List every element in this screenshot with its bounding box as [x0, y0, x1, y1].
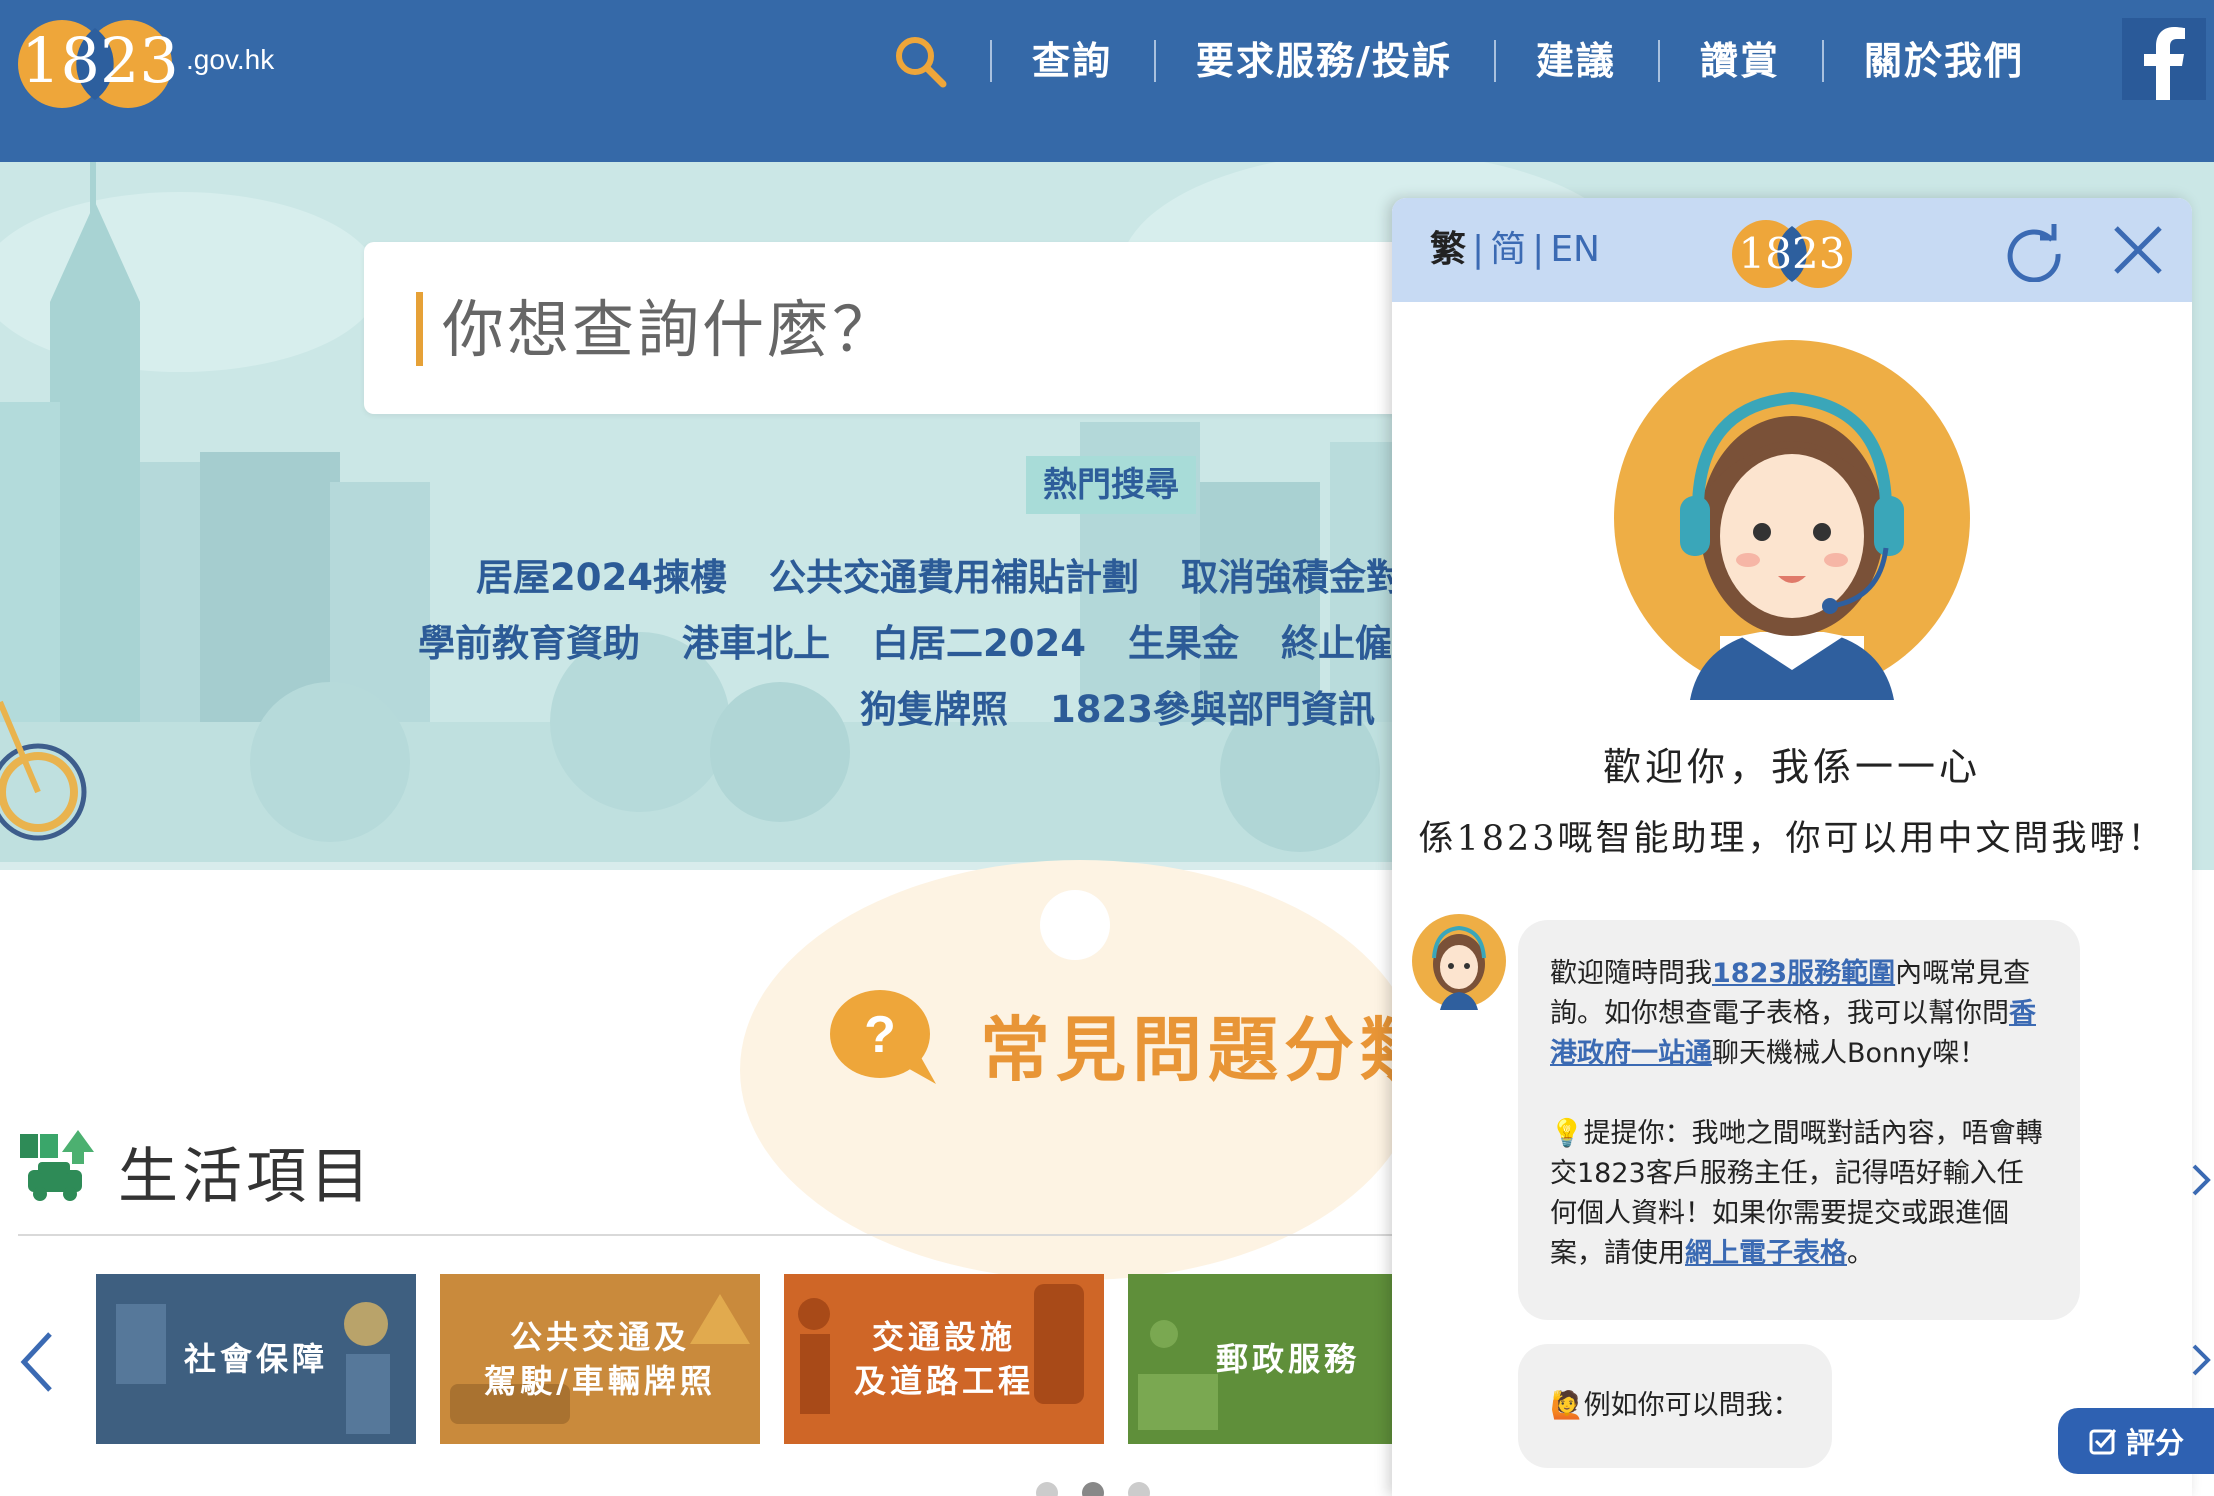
life-items-title: 生活項目 — [118, 1142, 374, 1212]
hot-search-row-3: 狗隻牌照 1823參與部門資訊 — [860, 679, 1417, 733]
rate-label: 評分 — [2125, 1426, 2184, 1460]
lang-traditional[interactable]: 繁 — [1430, 229, 1466, 270]
facebook-button[interactable] — [2122, 18, 2206, 100]
card-label: 郵政服務 — [1215, 1340, 1360, 1378]
hot-link[interactable]: 學前教育資助 — [418, 613, 640, 667]
hot-search-label: 熱門搜尋 — [1026, 456, 1196, 514]
carousel-pagination — [1036, 1482, 1174, 1496]
hot-link[interactable]: 白居二2024 — [872, 613, 1086, 667]
life-items-icon — [20, 1130, 94, 1201]
search-button[interactable] — [880, 26, 960, 96]
faq-decor-dot — [1040, 890, 1110, 960]
card-transport-facilities[interactable]: 交通設施 及道路工程 — [784, 1274, 1104, 1444]
language-switcher: 繁 | 简 | EN — [1430, 229, 1600, 270]
main-search-box[interactable]: 你想查詢什麼？ — [364, 242, 1424, 414]
lang-english[interactable]: EN — [1550, 229, 1600, 270]
chevron-right-icon[interactable] — [2190, 1160, 2214, 1200]
hot-search-row-1: 居屋2024揀樓 公共交通費用補貼計劃 取消強積金對 — [476, 547, 1445, 601]
svg-text:?: ? — [864, 1006, 896, 1064]
hot-link[interactable]: 港車北上 — [682, 613, 830, 667]
question-bubble-icon: ? — [830, 990, 936, 1084]
rate-button[interactable]: 評分 — [2058, 1408, 2214, 1474]
search-icon — [896, 37, 947, 88]
card-label: 社會保障 — [183, 1340, 328, 1378]
search-caret — [416, 292, 423, 366]
message-paragraph: 歡迎隨時問我1823服務範圍內嘅常見查詢。如你想查電子表格，我可以幫你問香港政府… — [1550, 958, 2036, 1069]
nav-service-request[interactable]: 要求服務/投訴 — [1154, 26, 1494, 96]
page-dot[interactable] — [1128, 1482, 1150, 1496]
assistant-message: 歡迎隨時問我1823服務範圍內嘅常見查詢。如你想查電子表格，我可以幫你問香港政府… — [1518, 920, 2080, 1320]
hot-link[interactable]: 狗隻牌照 — [860, 679, 1008, 733]
page-dot-active[interactable] — [1082, 1482, 1104, 1496]
chatbot-panel: 繁 | 简 | EN 1823 歡迎你，我係一一心 係1823嘅智能助理，你可以… — [1392, 198, 2192, 1496]
raising-hand-icon: 🙋 — [1550, 1390, 1584, 1421]
chevron-right-icon[interactable] — [2190, 1340, 2214, 1380]
logo-domain-text: .gov.hk — [186, 44, 275, 75]
e-form-link[interactable]: 網上電子表格 — [1685, 1238, 1847, 1269]
assistant-message: 🙋例如你可以問我： — [1518, 1344, 1832, 1468]
hot-search-row-2: 學前教育資助 港車北上 白居二2024 生果金 終止僱 — [418, 613, 1434, 667]
lang-simplified[interactable]: 简 — [1490, 229, 1526, 270]
nav-compliment[interactable]: 讚賞 — [1657, 26, 1822, 96]
main-nav: 查詢 要求服務/投訴 建議 讚賞 關於我們 — [880, 26, 2066, 96]
welcome-heading: 歡迎你，我係一一心 — [1602, 745, 1981, 789]
section-divider — [18, 1234, 1398, 1236]
page-dot[interactable] — [1036, 1482, 1058, 1496]
edit-checkbox-icon — [2089, 1429, 2117, 1455]
nav-enquiry[interactable]: 查詢 — [990, 26, 1154, 96]
message-paragraph: 💡提提你：我哋之間嘅對話內容，唔會轉交1823客戶服務主任，記得唔好輸入任何個人… — [1550, 1118, 2043, 1269]
close-icon[interactable] — [2110, 222, 2166, 278]
hot-link[interactable]: 居屋2024揀樓 — [476, 547, 727, 601]
nav-suggestion[interactable]: 建議 — [1493, 26, 1658, 96]
card-public-transport[interactable]: 公共交通及 駕駛/車輛牌照 — [440, 1274, 760, 1444]
hot-link[interactable]: 1823參與部門資訊 — [1050, 679, 1375, 733]
search-placeholder: 你想查詢什麼？ — [442, 293, 898, 366]
facebook-icon — [2144, 27, 2185, 100]
assistant-avatar-small — [1412, 914, 1506, 1010]
hot-link[interactable]: 生果金 — [1128, 613, 1239, 667]
lightbulb-icon: 💡 — [1550, 1118, 1584, 1149]
welcome-subheading: 係1823嘅智能助理，你可以用中文問我嘢！ — [1418, 819, 2166, 859]
life-items-carousel: 社會保障 公共交通及 駕駛/車輛牌照 交通設施 及道路工程 郵政服務 — [96, 1274, 1472, 1444]
carousel-prev-icon[interactable] — [18, 1330, 58, 1394]
hot-link[interactable]: 取消強積金對 — [1181, 547, 1403, 601]
faq-section-title: 常見問題分類 — [980, 1009, 1436, 1091]
assistant-avatar-large — [1614, 340, 1970, 700]
svg-text:1823: 1823 — [21, 24, 179, 97]
svg-text:1823: 1823 — [1739, 229, 1846, 278]
service-scope-link[interactable]: 1823服務範圍 — [1712, 958, 1895, 989]
hot-link[interactable]: 終止僱 — [1281, 613, 1392, 667]
card-label: 交通設施 及道路工程 — [853, 1318, 1034, 1400]
refresh-icon[interactable] — [2004, 222, 2064, 282]
card-postal-services[interactable]: 郵政服務 — [1128, 1274, 1448, 1444]
nav-about-us[interactable]: 關於我們 — [1821, 26, 2066, 96]
chatbot-logo-1823: 1823 — [1732, 220, 1852, 288]
logo-1823[interactable]: 1823 — [16, 6, 186, 116]
hot-link[interactable]: 公共交通費用補貼計劃 — [769, 547, 1139, 601]
card-label: 公共交通及 駕駛/車輛牌照 — [484, 1318, 716, 1400]
card-social-security[interactable]: 社會保障 — [96, 1274, 416, 1444]
chatbot-header: 繁 | 简 | EN 1823 — [1392, 198, 2192, 302]
site-header: 1823 .gov.hk 查詢 要求服務/投訴 建議 讚賞 關於我們 — [0, 0, 2214, 162]
